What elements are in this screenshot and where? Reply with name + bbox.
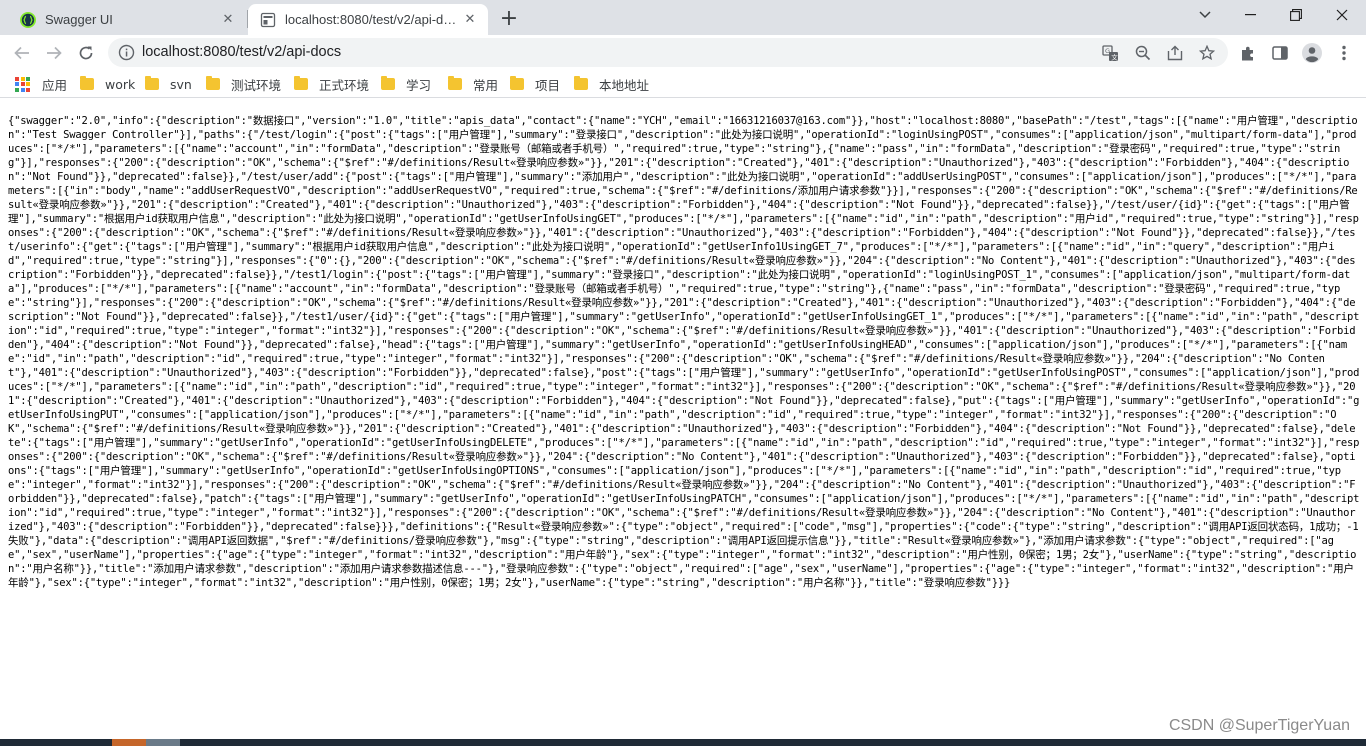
zoom-icon[interactable] <box>1134 44 1152 62</box>
taskbar-app-icon[interactable] <box>112 739 146 746</box>
address-bar[interactable]: localhost:8080/test/v2/api-docs G文 <box>108 38 1228 67</box>
tab-title: Swagger UI <box>45 12 113 27</box>
browser-menu-icon[interactable] <box>1334 43 1354 63</box>
bookmark-star-icon[interactable] <box>1198 44 1216 62</box>
tab-api-docs[interactable]: localhost:8080/test/v2/api-docs ✕ <box>248 4 488 35</box>
bookmark-label: 本地地址 <box>599 77 650 93</box>
bookmark-local[interactable]: 本地地址 <box>574 75 649 93</box>
tab-strip: Swagger UI ✕ localhost:8080/test/v2/api-… <box>0 0 1366 35</box>
close-tab-icon[interactable]: ✕ <box>460 10 480 30</box>
close-tab-icon[interactable]: ✕ <box>218 10 238 30</box>
minimize-icon[interactable] <box>1227 0 1273 30</box>
bookmark-label: 常用 <box>473 77 499 93</box>
profile-avatar-icon[interactable] <box>1302 43 1322 63</box>
bookmark-study[interactable]: 学习 <box>381 75 431 93</box>
bookmark-label: 应用 <box>42 77 68 93</box>
bookmark-work[interactable]: work <box>80 75 135 93</box>
bookmark-common[interactable]: 常用 <box>448 75 498 93</box>
swagger-favicon-icon <box>20 11 36 28</box>
site-info-icon[interactable] <box>118 44 135 61</box>
bookmark-svn[interactable]: svn <box>145 75 192 93</box>
close-window-icon[interactable] <box>1319 0 1365 30</box>
bookmark-projects[interactable]: 项目 <box>510 75 560 93</box>
folder-icon <box>574 76 588 90</box>
url-text[interactable]: localhost:8080/test/v2/api-docs <box>142 44 341 60</box>
forward-arrow-icon[interactable] <box>40 39 68 67</box>
back-arrow-icon[interactable] <box>8 39 36 67</box>
bookmark-apps[interactable]: 应用 <box>15 75 67 93</box>
svg-text:G: G <box>1105 47 1110 55</box>
new-tab-icon[interactable]: + <box>497 6 521 31</box>
os-taskbar <box>0 739 1366 746</box>
reload-icon[interactable] <box>72 39 100 67</box>
browser-toolbar: localhost:8080/test/v2/api-docs G文 <box>0 35 1366 70</box>
apps-grid-icon <box>15 76 30 92</box>
folder-icon <box>510 76 524 90</box>
restore-icon[interactable] <box>1273 0 1319 30</box>
watermark-text: CSDN @SuperTigerYuan <box>1168 717 1350 734</box>
translate-icon[interactable]: G文 <box>1101 44 1119 62</box>
page-favicon-icon <box>260 12 276 27</box>
share-icon[interactable] <box>1166 44 1184 62</box>
folder-icon <box>206 76 220 90</box>
folder-icon <box>145 76 159 90</box>
bookmark-label: 正式环境 <box>319 77 370 93</box>
tab-swagger-ui[interactable]: Swagger UI ✕ <box>8 4 246 35</box>
folder-icon <box>381 76 395 90</box>
taskbar-app-icon[interactable] <box>146 739 180 746</box>
folder-icon <box>80 76 94 90</box>
folder-icon <box>294 76 308 90</box>
folder-icon <box>448 76 462 90</box>
bookmark-label: 项目 <box>535 77 561 93</box>
tab-search-chevron-icon[interactable] <box>1182 0 1228 30</box>
bookmark-label: svn <box>170 76 192 92</box>
bookmark-label: 测试环境 <box>231 77 282 93</box>
tab-title: localhost:8080/test/v2/api-docs <box>285 12 460 27</box>
extensions-puzzle-icon[interactable] <box>1238 43 1258 63</box>
bookmarks-bar: 应用 work svn 测试环境 正式环境 学习 常用 项目 本地地址 <box>0 70 1366 98</box>
bookmark-label: 学习 <box>406 77 432 93</box>
svg-text:文: 文 <box>1111 52 1118 61</box>
side-panel-icon[interactable] <box>1270 43 1290 63</box>
api-docs-json-text: {"swagger":"2.0","info":{"description":"… <box>8 115 1360 589</box>
bookmark-prod-env[interactable]: 正式环境 <box>294 75 369 93</box>
bookmark-test-env[interactable]: 测试环境 <box>206 75 281 93</box>
bookmark-label: work <box>105 76 136 92</box>
